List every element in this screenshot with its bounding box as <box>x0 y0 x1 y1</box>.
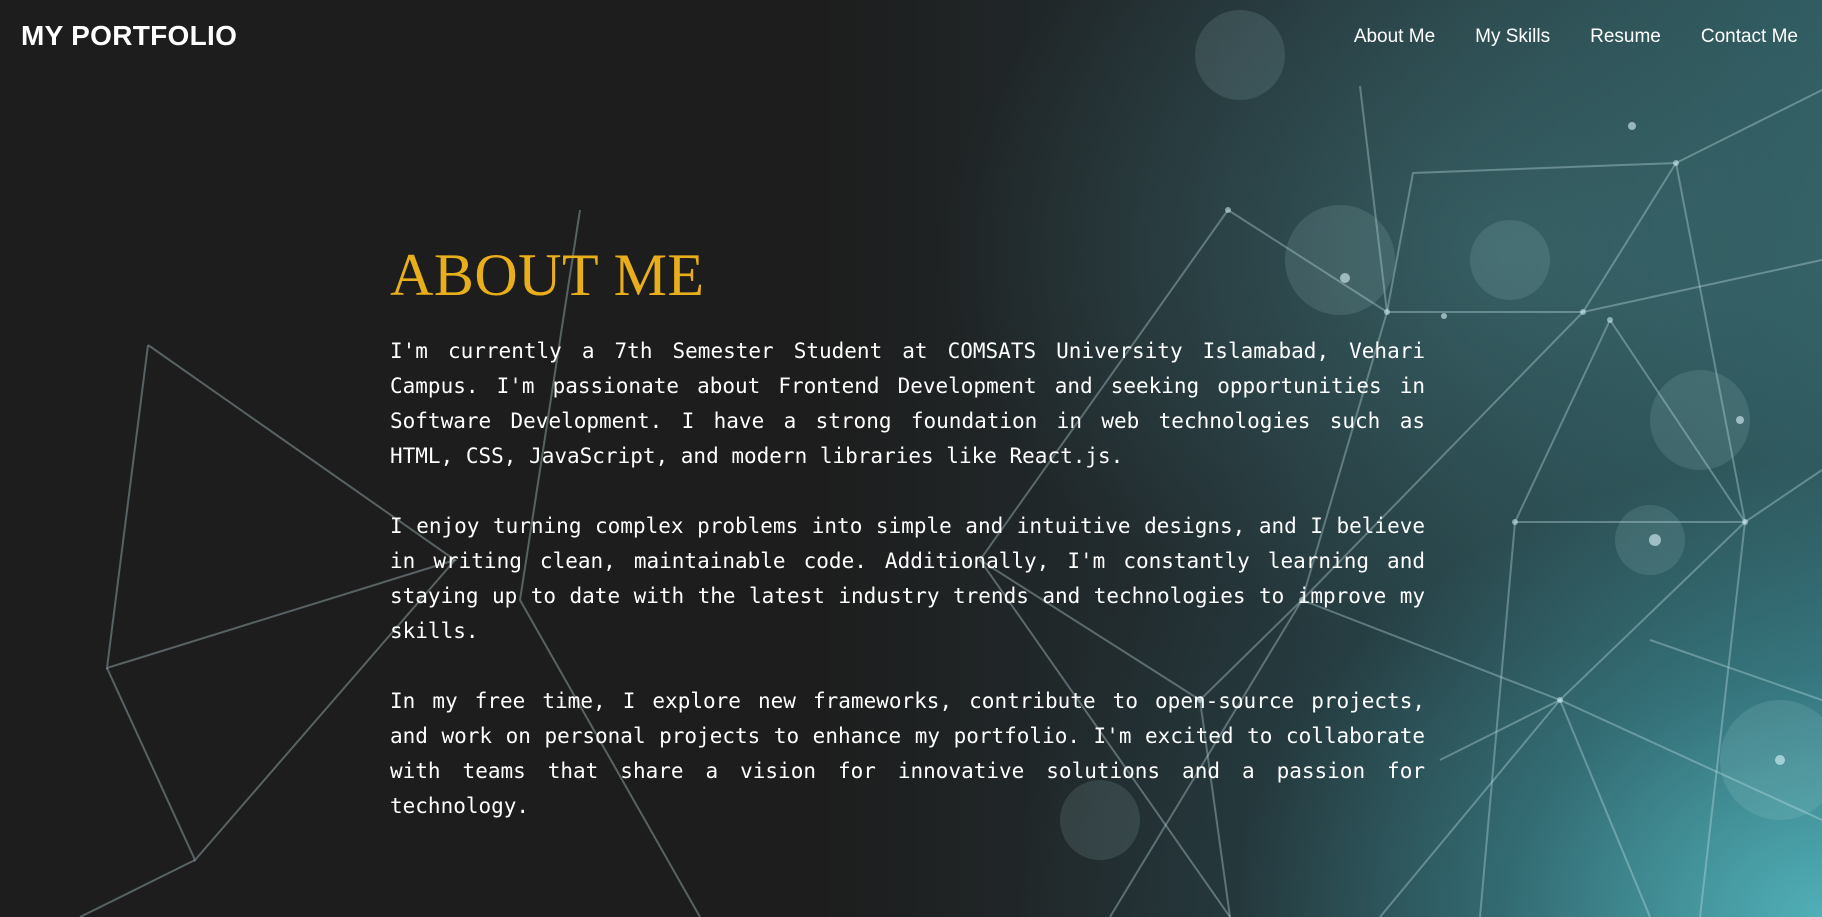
about-paragraph-3: In my free time, I explore new framework… <box>390 689 1425 818</box>
about-paragraph-2: I enjoy turning complex problems into si… <box>390 514 1425 643</box>
about-paragraph-1: I'm currently a 7th Semester Student at … <box>390 339 1425 468</box>
about-title: ABOUT ME <box>390 242 705 308</box>
nav-link-contact-me[interactable]: Contact Me <box>1701 26 1798 48</box>
nav-link-my-skills[interactable]: My Skills <box>1475 26 1550 48</box>
nav-link-resume[interactable]: Resume <box>1590 26 1661 48</box>
nav-link-about-me[interactable]: About Me <box>1354 26 1435 48</box>
about-section: ABOUT ME I'm currently a 7th Semester St… <box>390 240 1425 859</box>
brand-logo-text[interactable]: MY PORTFOLIO <box>21 20 237 52</box>
nav-links: About Me My Skills Resume Contact Me <box>1354 26 1798 48</box>
navbar: MY PORTFOLIO About Me My Skills Resume C… <box>0 0 1822 76</box>
